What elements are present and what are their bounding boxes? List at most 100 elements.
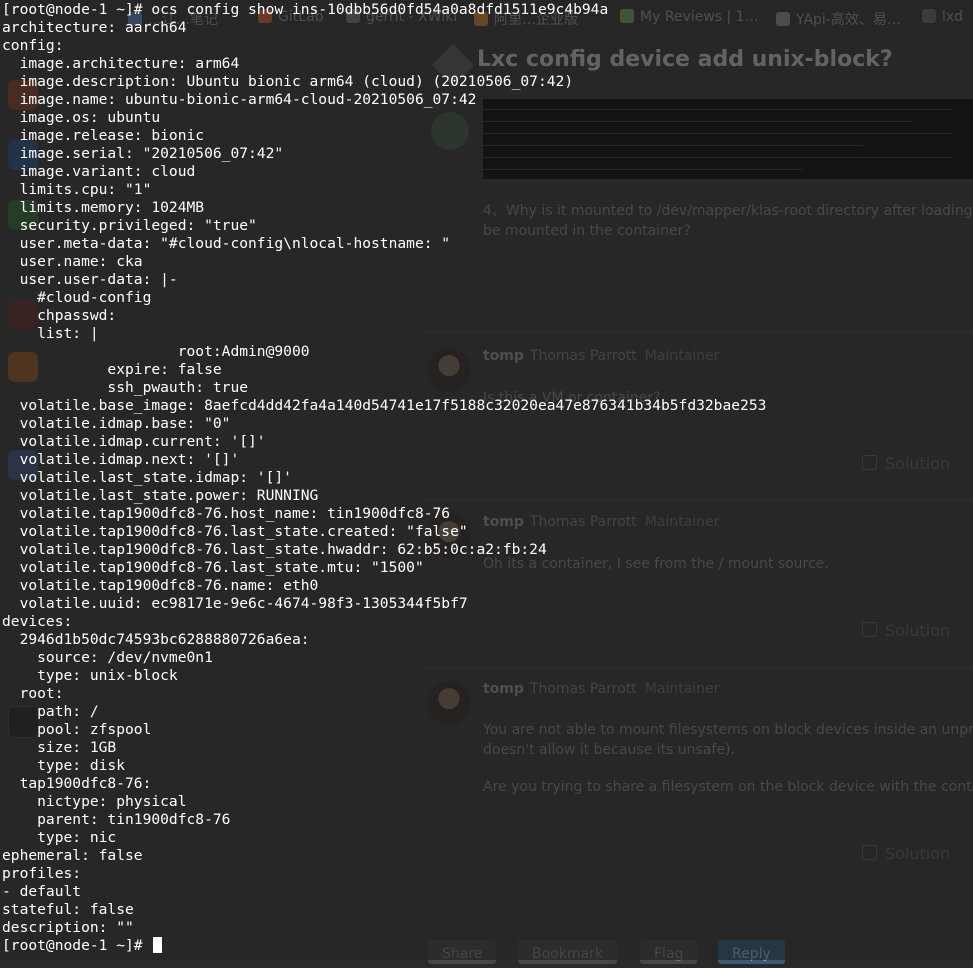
terminal-line-text: image.architecture: arm64 <box>2 55 240 72</box>
terminal-line-text: ssh_pwauth: true <box>2 379 249 396</box>
terminal-line: - default <box>2 883 766 901</box>
terminal-line-text: architecture: aarch64 <box>2 19 187 36</box>
terminal-line: type: unix-block <box>2 667 766 685</box>
terminal-line-text: nictype: physical <box>2 793 187 810</box>
terminal-line: tap1900dfc8-76: <box>2 775 766 793</box>
terminal-line-text: tap1900dfc8-76: <box>2 775 152 792</box>
terminal-line: size: 1GB <box>2 739 766 757</box>
terminal-line-text: root: <box>2 685 64 702</box>
terminal-line: security.privileged: "true" <box>2 217 766 235</box>
terminal-line-text: - default <box>2 883 82 900</box>
terminal-line-text: user.name: cka <box>2 253 143 270</box>
terminal-line: image.architecture: arm64 <box>2 55 766 73</box>
terminal-line-text: 2946d1b50dc74593bc6288880726a6ea: <box>2 631 310 648</box>
terminal-line: user.user-data: |- <box>2 271 766 289</box>
terminal-line: image.description: Ubuntu bionic arm64 (… <box>2 73 766 91</box>
terminal-line-text: path: / <box>2 703 99 720</box>
terminal-line-text: limits.cpu: "1" <box>2 181 152 198</box>
terminal-line: volatile.tap1900dfc8-76.last_state.mtu: … <box>2 559 766 577</box>
terminal-line-text: image.release: bionic <box>2 127 205 144</box>
terminal-line-text: stateful: false <box>2 901 134 918</box>
terminal-line: list: | <box>2 325 766 343</box>
terminal-line: user.meta-data: "#cloud-config\nlocal-ho… <box>2 235 766 253</box>
terminal-line-text: volatile.last_state.idmap: '[]' <box>2 469 292 486</box>
terminal-line: volatile.tap1900dfc8-76.last_state.creat… <box>2 523 766 541</box>
terminal-line-text: description: "" <box>2 919 134 936</box>
terminal-line-text: volatile.tap1900dfc8-76.host_name: tin19… <box>2 505 451 522</box>
terminal-line: volatile.last_state.power: RUNNING <box>2 487 766 505</box>
terminal-line: #cloud-config <box>2 289 766 307</box>
terminal-line: volatile.tap1900dfc8-76.host_name: tin19… <box>2 505 766 523</box>
terminal-line-text: limits.memory: 1024MB <box>2 199 205 216</box>
terminal-line: 2946d1b50dc74593bc6288880726a6ea: <box>2 631 766 649</box>
terminal-line: limits.cpu: "1" <box>2 181 766 199</box>
terminal-line: ssh_pwauth: true <box>2 379 766 397</box>
terminal-line: user.name: cka <box>2 253 766 271</box>
terminal-line-text: chpasswd: <box>2 307 117 324</box>
terminal-line-text: volatile.idmap.next: '[]' <box>2 451 240 468</box>
terminal-line: volatile.tap1900dfc8-76.name: eth0 <box>2 577 766 595</box>
terminal-line-text: type: disk <box>2 757 126 774</box>
terminal-line: expire: false <box>2 361 766 379</box>
terminal-line-text: image.os: ubuntu <box>2 109 161 126</box>
terminal-line-text: volatile.idmap.base: "0" <box>2 415 231 432</box>
terminal-line-text: user.user-data: |- <box>2 271 178 288</box>
terminal-line: root:Admin@9000 <box>2 343 766 361</box>
terminal-line: image.serial: "20210506_07:42" <box>2 145 766 163</box>
terminal-line-text: security.privileged: "true" <box>2 217 257 234</box>
terminal-line: volatile.uuid: ec98171e-9e6c-4674-98f3-1… <box>2 595 766 613</box>
terminal-line: image.variant: cloud <box>2 163 766 181</box>
terminal-line: chpasswd: <box>2 307 766 325</box>
terminal-line-text: image.variant: cloud <box>2 163 196 180</box>
terminal-line-text: parent: tin1900dfc8-76 <box>2 811 231 828</box>
terminal-line: path: / <box>2 703 766 721</box>
terminal-line-text: config: <box>2 37 64 54</box>
terminal-line: architecture: aarch64 <box>2 19 766 37</box>
terminal-line-text: pool: zfspool <box>2 721 152 738</box>
terminal-line-text: [root@node-1 ~]# <box>2 937 152 954</box>
terminal-line: type: nic <box>2 829 766 847</box>
terminal-line: volatile.base_image: 8aefcd4dd42fa4a140d… <box>2 397 767 415</box>
terminal-line-text: user.meta-data: "#cloud-config\nlocal-ho… <box>2 235 451 252</box>
terminal-cursor <box>153 937 163 953</box>
terminal-line: volatile.last_state.idmap: '[]' <box>2 469 766 487</box>
terminal-line: image.name: ubuntu-bionic-arm64-cloud-20… <box>2 91 766 109</box>
terminal-line-text: profiles: <box>2 865 82 882</box>
terminal-line-text: [root@node-1 ~]# ocs config show ins-10d… <box>2 1 609 18</box>
terminal-output: [root@node-1 ~]# ocs config show ins-10d… <box>2 1 766 955</box>
terminal-line: volatile.tap1900dfc8-76.last_state.hwadd… <box>2 541 766 559</box>
terminal-line-text: type: nic <box>2 829 117 846</box>
terminal-line: image.release: bionic <box>2 127 766 145</box>
terminal-line: image.os: ubuntu <box>2 109 766 127</box>
terminal-line: volatile.idmap.current: '[]' <box>2 433 766 451</box>
terminal-line-text: image.description: Ubuntu bionic arm64 (… <box>2 73 574 90</box>
terminal-line: source: /dev/nvme0n1 <box>2 649 766 667</box>
terminal-line-text: source: /dev/nvme0n1 <box>2 649 213 666</box>
terminal-line: parent: tin1900dfc8-76 <box>2 811 766 829</box>
terminal-line-text: devices: <box>2 613 73 630</box>
terminal-line-text: expire: false <box>2 361 222 378</box>
terminal-line-text: list: | <box>2 325 99 342</box>
terminal-line-text: image.name: ubuntu-bionic-arm64-cloud-20… <box>2 91 477 108</box>
terminal-line: ephemeral: false <box>2 847 766 865</box>
terminal-line: description: "" <box>2 919 766 937</box>
terminal-line-text: volatile.uuid: ec98171e-9e6c-4674-98f3-1… <box>2 595 468 612</box>
terminal-line: devices: <box>2 613 766 631</box>
terminal-line: pool: zfspool <box>2 721 766 739</box>
terminal-line: profiles: <box>2 865 766 883</box>
terminal-line-text: image.serial: "20210506_07:42" <box>2 145 284 162</box>
terminal-line: root: <box>2 685 766 703</box>
terminal-line-text: volatile.base_image: 8aefcd4dd42fa4a140d… <box>2 397 767 414</box>
terminal-prompt-line[interactable]: [root@node-1 ~]# <box>2 937 766 955</box>
terminal-line-text: type: unix-block <box>2 667 178 684</box>
terminal-line: stateful: false <box>2 901 766 919</box>
terminal-line-text: size: 1GB <box>2 739 117 756</box>
terminal-window[interactable]: [root@node-1 ~]# ocs config show ins-10d… <box>0 0 973 960</box>
terminal-line-text: volatile.idmap.current: '[]' <box>2 433 266 450</box>
terminal-line: type: disk <box>2 757 766 775</box>
terminal-line-text: root:Admin@9000 <box>2 343 310 360</box>
terminal-line: nictype: physical <box>2 793 766 811</box>
terminal-line-text: volatile.tap1900dfc8-76.last_state.hwadd… <box>2 541 547 558</box>
terminal-line-text: volatile.last_state.power: RUNNING <box>2 487 319 504</box>
terminal-line: [root@node-1 ~]# ocs config show ins-10d… <box>2 1 766 19</box>
